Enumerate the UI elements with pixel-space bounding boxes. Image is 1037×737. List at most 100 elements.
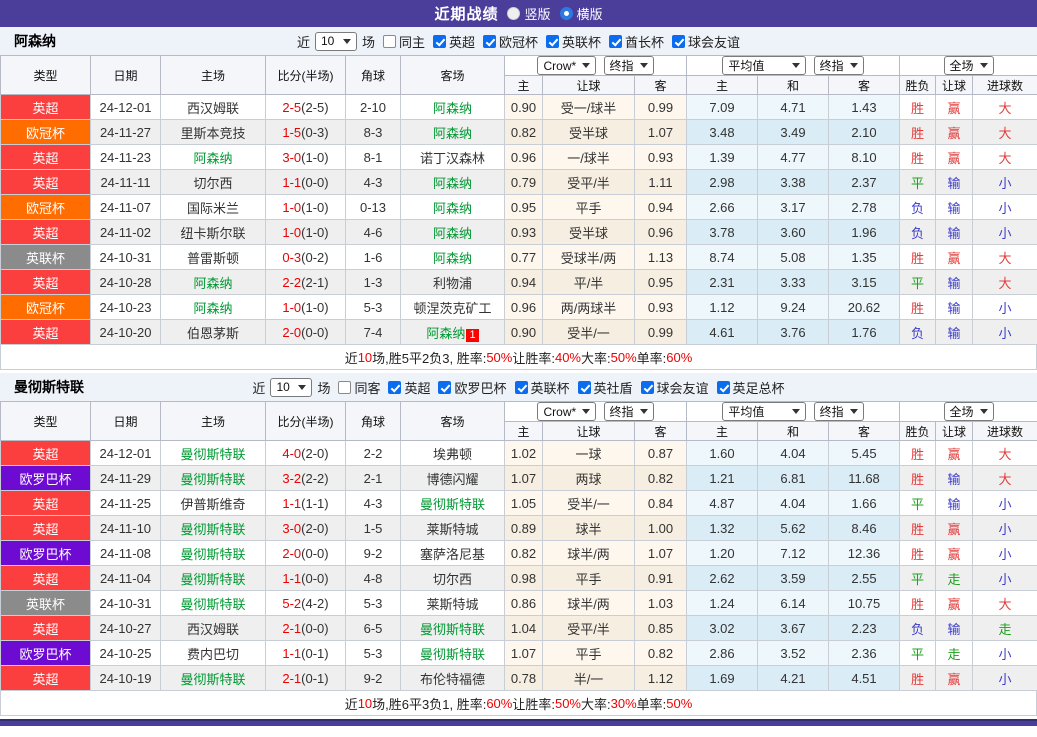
- match-score[interactable]: 1-0(1-0): [265, 219, 346, 245]
- home-team[interactable]: 伯恩茅斯: [160, 319, 266, 345]
- league-badge: 英超: [0, 144, 91, 170]
- home-team[interactable]: 曼彻斯特联: [160, 440, 266, 466]
- home-team[interactable]: 里斯本竞技: [160, 119, 266, 145]
- league-checkbox[interactable]: [483, 34, 496, 48]
- away-team[interactable]: 阿森纳: [400, 219, 505, 245]
- average-stage-select[interactable]: 终指: [813, 56, 864, 75]
- away-team[interactable]: 诺丁汉森林: [400, 144, 505, 170]
- scope-select[interactable]: 全场: [943, 56, 994, 75]
- away-team[interactable]: 埃弗顿: [400, 440, 505, 466]
- away-team[interactable]: 莱斯特城: [400, 590, 505, 616]
- recent-count-select[interactable]: 10: [314, 31, 357, 51]
- scope-select[interactable]: 全场: [943, 402, 994, 421]
- section-manutd: 曼彻斯特联 近 10 场同客 英超 欧罗巴杯 英联杯 英社盾 球会友谊 英足总杯 类型 日期 主…: [0, 373, 1037, 716]
- odds-company-select[interactable]: Crow*: [537, 56, 597, 75]
- home-team[interactable]: 曼彻斯特联: [160, 665, 266, 691]
- result-handicap: 赢: [935, 540, 974, 566]
- away-team[interactable]: 曼彻斯特联: [400, 615, 505, 641]
- match-score[interactable]: 3-0(1-0): [265, 144, 346, 170]
- home-team[interactable]: 曼彻斯特联: [160, 465, 266, 491]
- league-checkbox[interactable]: [672, 34, 686, 48]
- match-score[interactable]: 2-1(0-1): [265, 665, 346, 691]
- match-score[interactable]: 3-0(2-0): [265, 515, 346, 541]
- away-team[interactable]: 阿森纳: [400, 194, 505, 220]
- home-team[interactable]: 曼彻斯特联: [160, 565, 266, 591]
- home-team[interactable]: 西汉姆联: [160, 94, 266, 120]
- match-score[interactable]: 2-1(0-0): [265, 615, 346, 641]
- home-team[interactable]: 曼彻斯特联: [160, 590, 266, 616]
- away-team[interactable]: 阿森纳: [400, 244, 505, 270]
- away-team[interactable]: 顿涅茨克矿工: [400, 294, 505, 320]
- odds-stage-select[interactable]: 终指: [603, 56, 654, 75]
- horizontal-radio[interactable]: [559, 7, 573, 20]
- league-checkbox[interactable]: [609, 34, 623, 48]
- vertical-radio-label[interactable]: 竖版: [524, 4, 550, 23]
- league-checkbox[interactable]: [514, 380, 528, 394]
- league-checkbox[interactable]: [388, 380, 402, 394]
- away-team[interactable]: 阿森纳: [400, 94, 505, 120]
- league-badge: 英超: [0, 440, 91, 466]
- match-row: 欧罗巴杯 24-11-29 曼彻斯特联 3-2(2-2) 2-1 博德闪耀 1.07 两球 0.…: [0, 465, 1037, 491]
- recent-count-select[interactable]: 10: [270, 377, 313, 397]
- home-team[interactable]: 伊普斯维奇: [160, 490, 266, 516]
- horizontal-radio-label[interactable]: 横版: [577, 4, 603, 23]
- away-team[interactable]: 曼彻斯特联: [400, 490, 505, 516]
- league-checkbox[interactable]: [438, 380, 452, 394]
- league-checkbox[interactable]: [577, 380, 591, 394]
- match-score[interactable]: 1-5(0-3): [265, 119, 346, 145]
- same-side-checkbox[interactable]: [382, 34, 396, 48]
- avg-draw: 6.14: [757, 590, 829, 616]
- home-team[interactable]: 西汉姆联: [160, 615, 266, 641]
- home-team[interactable]: 普雷斯顿: [160, 244, 266, 270]
- match-score[interactable]: 2-2(2-1): [265, 269, 346, 295]
- odds-stage-select[interactable]: 终指: [603, 402, 654, 421]
- match-score[interactable]: 1-0(1-0): [265, 294, 346, 320]
- home-team[interactable]: 国际米兰: [160, 194, 266, 220]
- away-team[interactable]: 塞萨洛尼基: [400, 540, 505, 566]
- away-team[interactable]: 阿森纳 1: [400, 319, 505, 345]
- match-score[interactable]: 1-1(0-0): [265, 169, 346, 195]
- home-team[interactable]: 阿森纳: [160, 144, 266, 170]
- match-score[interactable]: 1-1(0-0): [265, 565, 346, 591]
- average-select[interactable]: 平均值: [722, 56, 807, 75]
- away-team[interactable]: 布伦特福德: [400, 665, 505, 691]
- avg-home: 1.12: [686, 294, 758, 320]
- average-stage-select[interactable]: 终指: [813, 402, 864, 421]
- match-score[interactable]: 2-0(0-0): [265, 540, 346, 566]
- home-team[interactable]: 纽卡斯尔联: [160, 219, 266, 245]
- match-score[interactable]: 2-0(0-0): [265, 319, 346, 345]
- average-select[interactable]: 平均值: [722, 402, 807, 421]
- home-team[interactable]: 阿森纳: [160, 269, 266, 295]
- league-checkbox[interactable]: [716, 380, 730, 394]
- match-score[interactable]: 1-1(1-1): [265, 490, 346, 516]
- home-team[interactable]: 费内巴切: [160, 640, 266, 666]
- league-checkbox[interactable]: [640, 380, 654, 394]
- match-score[interactable]: 1-0(1-0): [265, 194, 346, 220]
- home-team[interactable]: 曼彻斯特联: [160, 515, 266, 541]
- away-team[interactable]: 曼彻斯特联: [400, 640, 505, 666]
- same-side-checkbox[interactable]: [338, 380, 352, 394]
- league-checkbox[interactable]: [546, 34, 560, 48]
- match-score[interactable]: 0-3(0-2): [265, 244, 346, 270]
- odds-company-select[interactable]: Crow*: [537, 402, 597, 421]
- match-row: 欧冠杯 24-10-23 阿森纳 1-0(1-0) 5-3 顿涅茨克矿工 0.96 两/两球半…: [0, 294, 1037, 320]
- vertical-radio[interactable]: [507, 7, 521, 20]
- match-score[interactable]: 4-0(2-0): [265, 440, 346, 466]
- odds-away: 0.99: [634, 94, 687, 120]
- home-team[interactable]: 切尔西: [160, 169, 266, 195]
- corner-score: 9-2: [345, 665, 401, 691]
- away-team[interactable]: 阿森纳: [400, 169, 505, 195]
- match-date: 24-11-08: [90, 540, 161, 566]
- away-team[interactable]: 切尔西: [400, 565, 505, 591]
- home-team[interactable]: 曼彻斯特联: [160, 540, 266, 566]
- away-team[interactable]: 利物浦: [400, 269, 505, 295]
- match-score[interactable]: 3-2(2-2): [265, 465, 346, 491]
- league-checkbox[interactable]: [432, 34, 446, 48]
- away-team[interactable]: 博德闪耀: [400, 465, 505, 491]
- away-team[interactable]: 阿森纳: [400, 119, 505, 145]
- home-team[interactable]: 阿森纳: [160, 294, 266, 320]
- away-team[interactable]: 莱斯特城: [400, 515, 505, 541]
- match-score[interactable]: 5-2(4-2): [265, 590, 346, 616]
- match-score[interactable]: 2-5(2-5): [265, 94, 346, 120]
- match-score[interactable]: 1-1(0-1): [265, 640, 346, 666]
